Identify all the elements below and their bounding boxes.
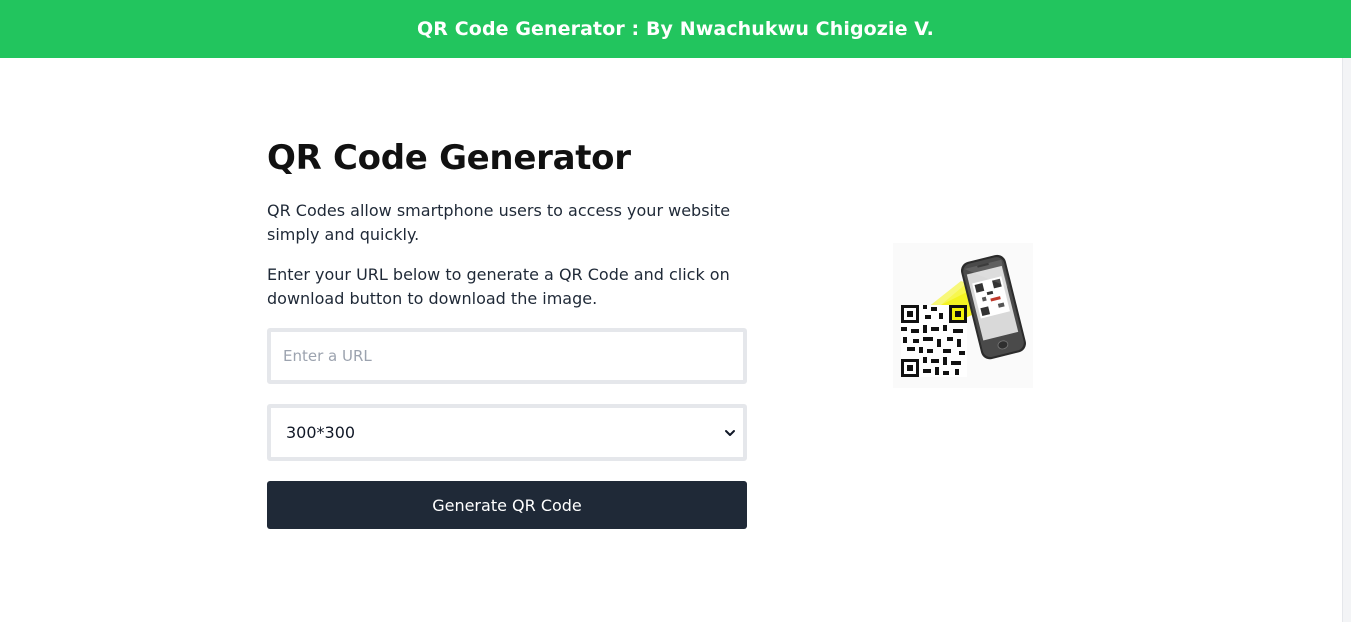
phone-scanning-qr-icon — [893, 243, 1033, 388]
generate-qr-button[interactable]: Generate QR Code — [267, 481, 747, 529]
banner-title: QR Code Generator : By Nwachukwu Chigozi… — [417, 18, 934, 40]
instructions-text: Enter your URL below to generate a QR Co… — [267, 265, 730, 308]
size-select-value: 300*300 — [286, 423, 356, 442]
scrollbar-track[interactable] — [1342, 58, 1351, 622]
page-title: QR Code Generator — [267, 138, 631, 178]
size-select[interactable]: 300*300 — [267, 404, 747, 461]
top-banner: QR Code Generator : By Nwachukwu Chigozi… — [0, 0, 1351, 58]
chevron-down-icon — [725, 429, 735, 436]
qr-code-graphic — [901, 305, 967, 377]
generator-form: QR Code Generator QR Codes allow smartph… — [267, 132, 747, 529]
url-input[interactable] — [267, 328, 747, 384]
intro-text: QR Codes allow smartphone users to acces… — [267, 201, 731, 244]
